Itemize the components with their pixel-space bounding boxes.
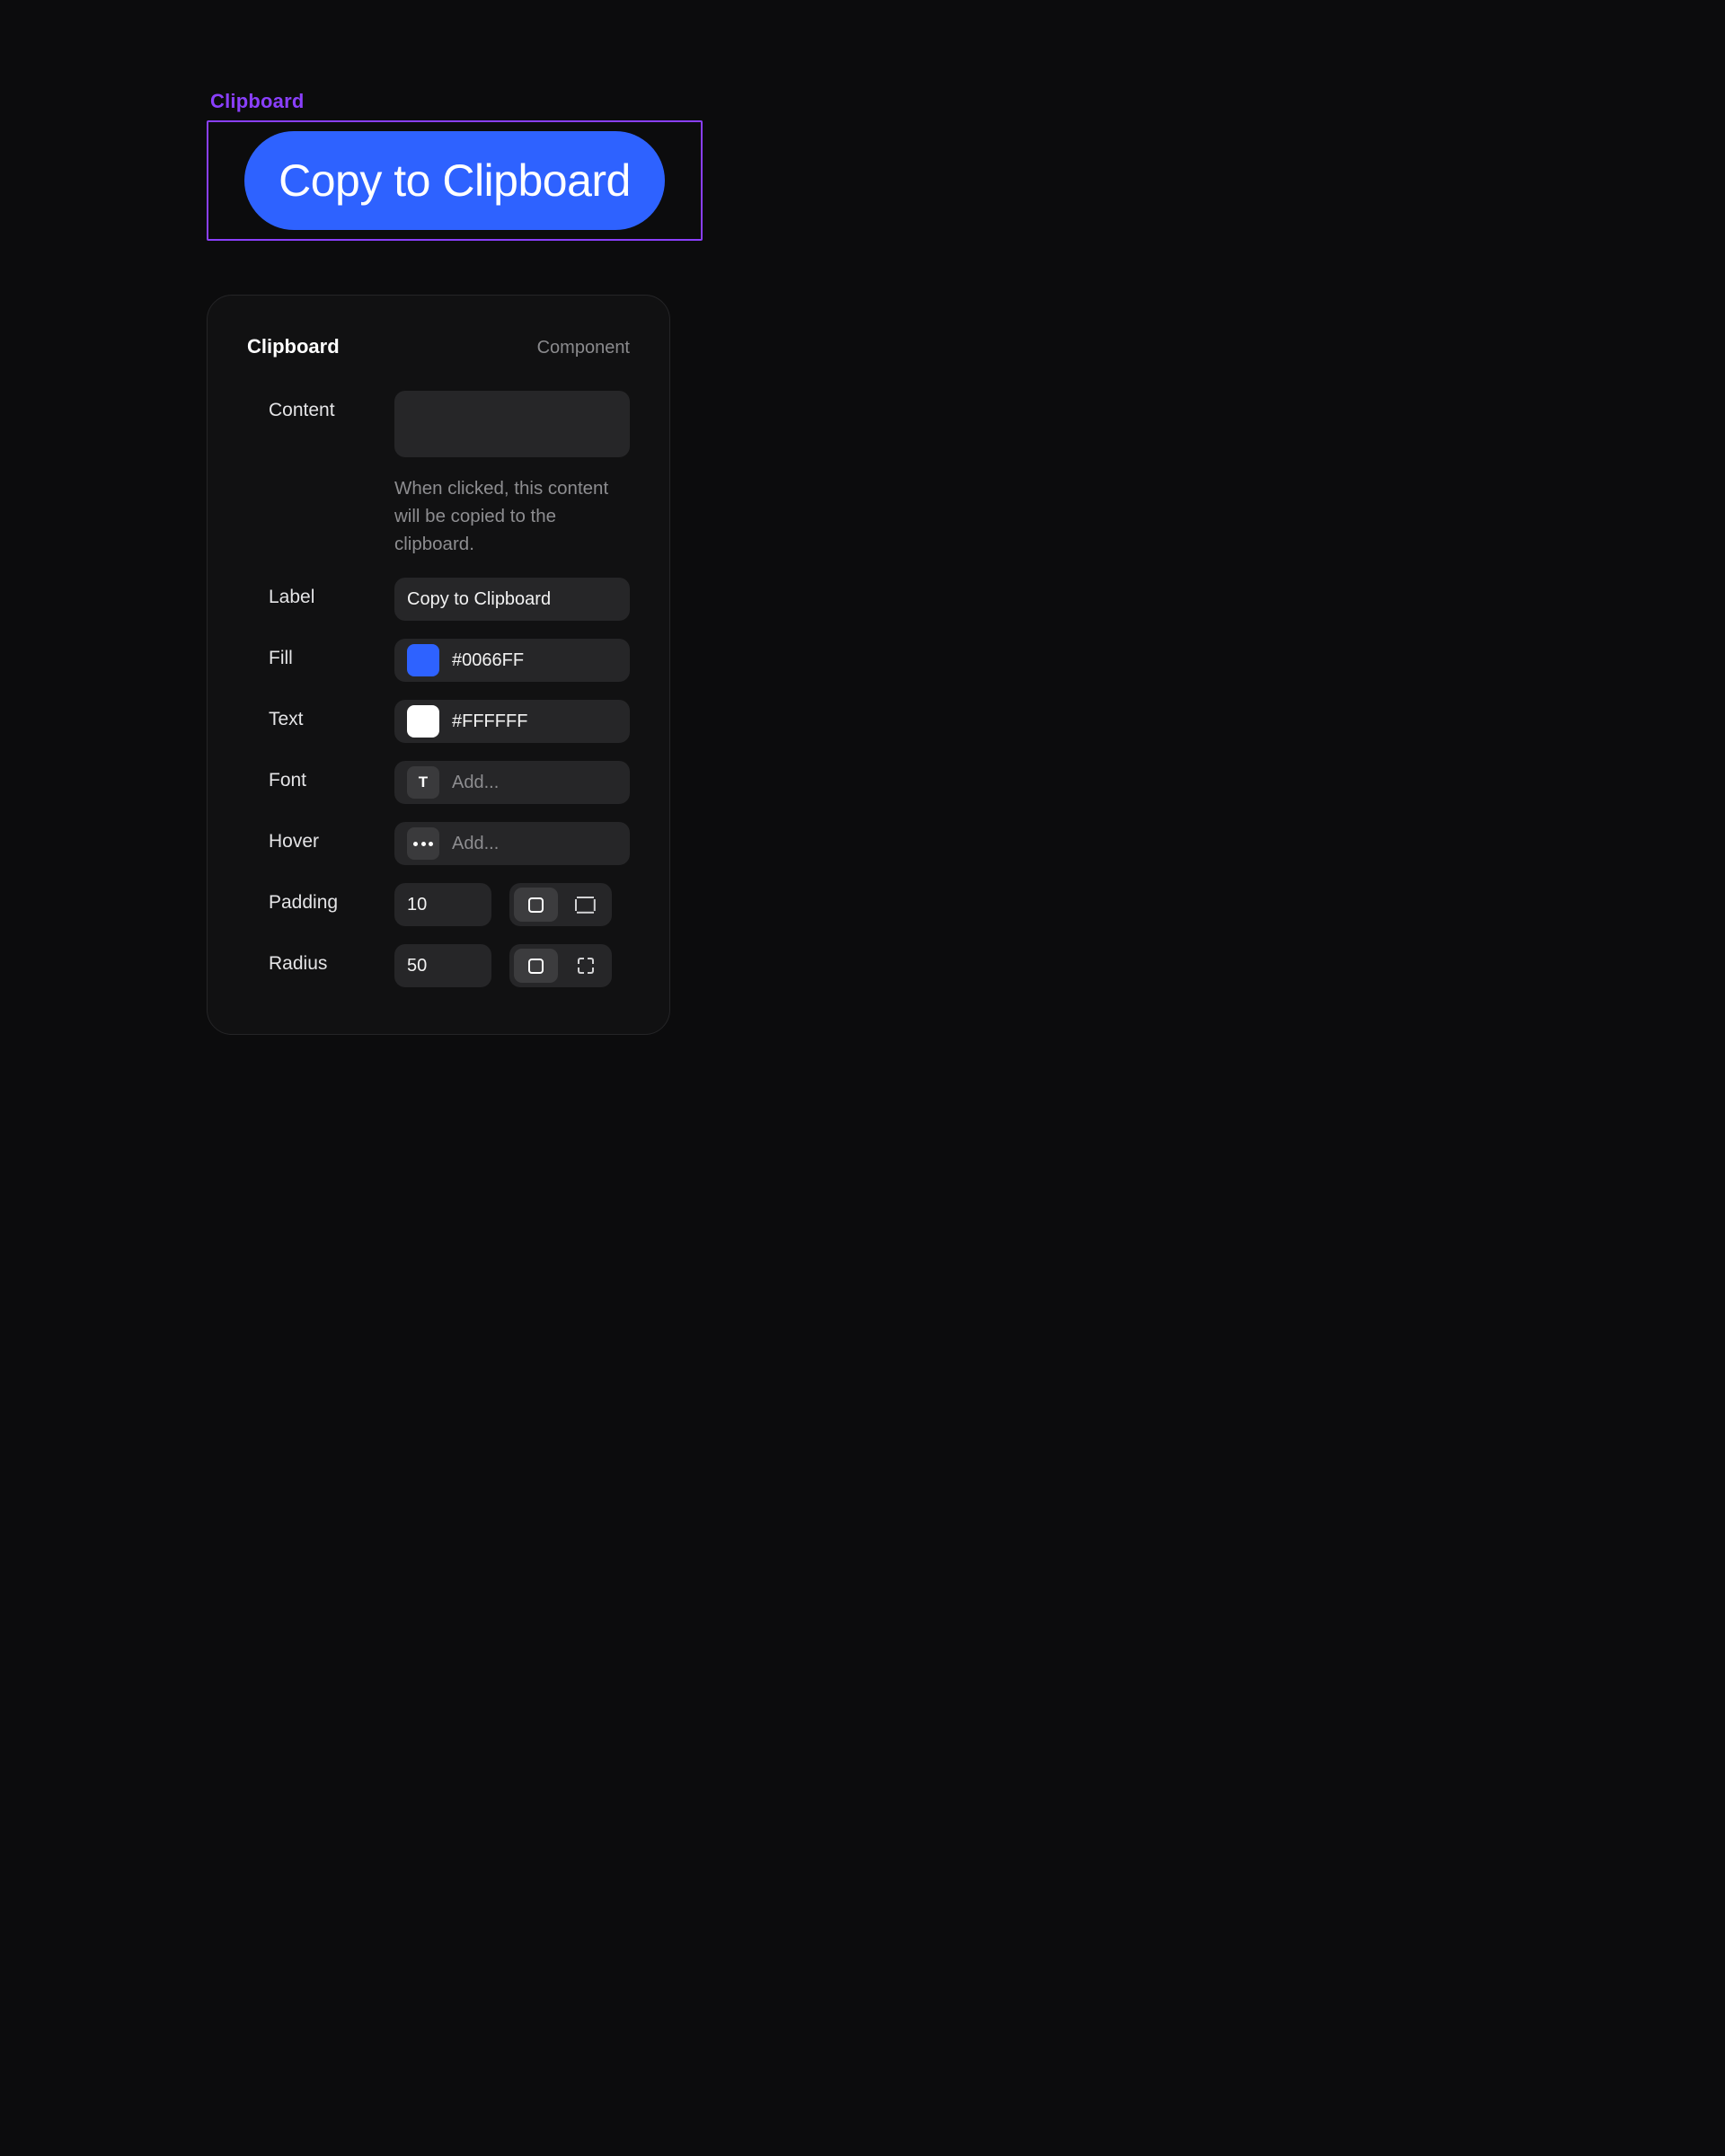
padding-mode-single[interactable]: [514, 888, 558, 922]
radius-mode-corners[interactable]: [563, 949, 607, 983]
panel-type: Component: [537, 338, 630, 358]
font-label: Font: [247, 761, 394, 791]
hover-label: Hover: [247, 822, 394, 853]
square-icon: [528, 959, 544, 974]
text-input[interactable]: #FFFFFF: [394, 700, 630, 743]
copy-button[interactable]: Copy to Clipboard: [244, 131, 665, 230]
fill-label: Fill: [247, 639, 394, 669]
font-placeholder: Add...: [452, 773, 499, 793]
fill-value: #0066FF: [452, 650, 524, 671]
label-label: Label: [247, 578, 394, 608]
radius-value: 50: [407, 956, 427, 976]
padding-mode-sides[interactable]: [563, 888, 607, 922]
text-value: #FFFFFF: [452, 711, 527, 732]
text-swatch[interactable]: [407, 705, 439, 738]
hover-input[interactable]: Add...: [394, 822, 630, 865]
radius-mode-toggle[interactable]: [509, 944, 612, 987]
square-icon: [528, 897, 544, 913]
inspector-panel: Clipboard Component Content When clicked…: [207, 295, 670, 1035]
panel-title: Clipboard: [247, 335, 340, 358]
selection-label: Clipboard: [207, 90, 674, 113]
type-icon: T: [407, 766, 439, 799]
label-value: Copy to Clipboard: [407, 589, 551, 610]
text-label: Text: [247, 700, 394, 730]
hover-placeholder: Add...: [452, 834, 499, 854]
content-help: When clicked, this content will be copie…: [394, 475, 630, 558]
content-input[interactable]: [394, 391, 630, 457]
radius-mode-single[interactable]: [514, 949, 558, 983]
radius-input[interactable]: 50: [394, 944, 491, 987]
padding-input[interactable]: 10: [394, 883, 491, 926]
sides-icon: [577, 897, 594, 914]
ellipsis-icon: [407, 827, 439, 860]
radius-label: Radius: [247, 944, 394, 975]
label-input[interactable]: Copy to Clipboard: [394, 578, 630, 621]
padding-value: 10: [407, 895, 427, 915]
fill-input[interactable]: #0066FF: [394, 639, 630, 682]
selection-frame[interactable]: Copy to Clipboard: [207, 120, 703, 241]
content-label: Content: [247, 391, 394, 421]
padding-mode-toggle[interactable]: [509, 883, 612, 926]
corners-icon: [578, 958, 594, 974]
padding-label: Padding: [247, 883, 394, 914]
font-input[interactable]: T Add...: [394, 761, 630, 804]
fill-swatch[interactable]: [407, 644, 439, 676]
